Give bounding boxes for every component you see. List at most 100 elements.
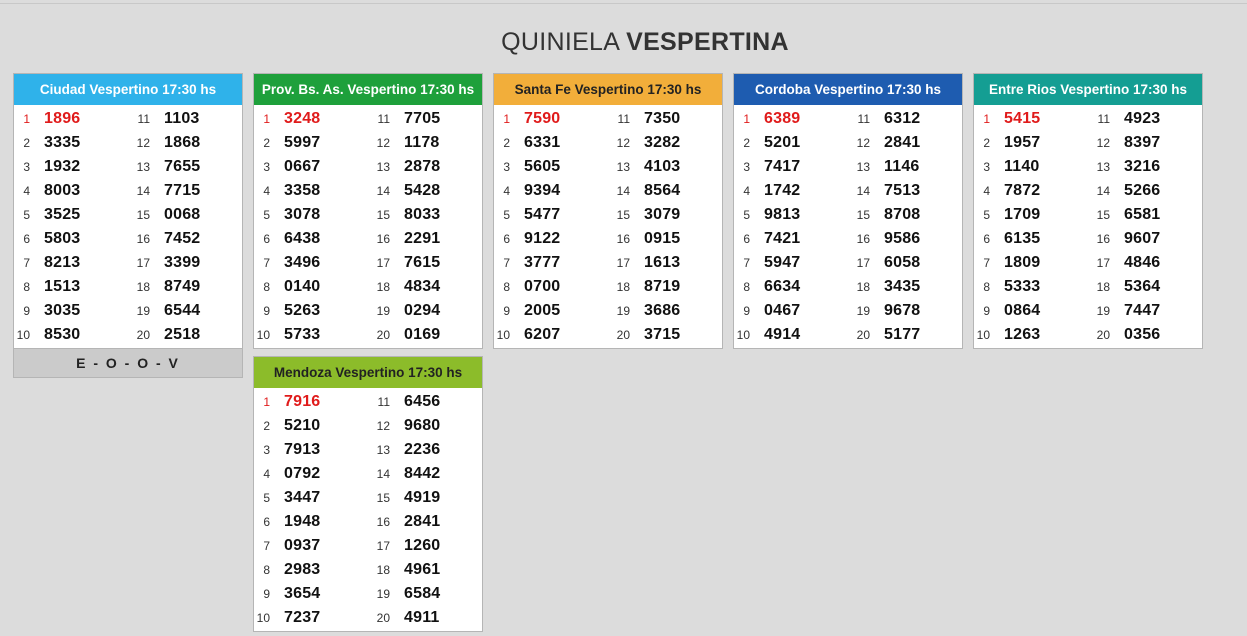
prize-row-first: 1 5415 xyxy=(974,107,1088,131)
drawn-number: 7417 xyxy=(764,158,801,175)
prize-row: 11 7350 xyxy=(608,107,722,131)
prize-row: 9 0467 xyxy=(734,299,848,323)
column-1-10: 1 7916 2 5210 3 7913 4 0792 5 3447 6 1948 7 0937 8 2983… xyxy=(254,390,368,630)
prize-row: 2 5201 xyxy=(734,131,848,155)
drawn-number: 3248 xyxy=(284,110,321,127)
position-label: 19 xyxy=(1096,304,1110,318)
prize-row: 7 3496 xyxy=(254,251,368,275)
position-label: 5 xyxy=(983,208,990,222)
prize-row: 14 7513 xyxy=(848,179,962,203)
position-label: 16 xyxy=(376,232,390,246)
position-label: 16 xyxy=(1096,232,1110,246)
prize-row: 13 1146 xyxy=(848,155,962,179)
position-label: 18 xyxy=(136,280,150,294)
position-label: 9 xyxy=(743,304,750,318)
prize-row: 2 5210 xyxy=(254,414,368,438)
position-label: 1 xyxy=(983,112,990,126)
position-label: 13 xyxy=(376,160,390,174)
drawn-number: 1896 xyxy=(44,110,81,127)
position-label: 14 xyxy=(856,184,870,198)
position-label: 18 xyxy=(616,280,630,294)
position-label: 8 xyxy=(23,280,30,294)
drawn-number: 5415 xyxy=(1004,110,1041,127)
drawn-number: 6207 xyxy=(524,326,561,343)
prize-row: 6 1948 xyxy=(254,510,368,534)
drawn-number: 8213 xyxy=(44,254,81,271)
position-label: 20 xyxy=(376,611,390,625)
prize-row: 11 1103 xyxy=(128,107,242,131)
drawn-number: 4834 xyxy=(404,278,441,295)
board-numbers: 1 1896 2 3335 3 1932 4 8003 5 3525 6 5803 7 8213 8 1513… xyxy=(14,105,242,348)
prize-row: 13 2236 xyxy=(368,438,482,462)
board-numbers: 1 7916 2 5210 3 7913 4 0792 5 3447 6 1948 7 0937 8 2983… xyxy=(254,388,482,631)
prize-row: 10 5733 xyxy=(254,323,368,347)
drawn-number: 0937 xyxy=(284,537,321,554)
drawn-number: 5333 xyxy=(1004,278,1041,295)
board-ciudad: Ciudad Vespertino 17:30 hs 1 1896 2 3335 3 193… xyxy=(13,73,243,378)
prize-row: 12 9680 xyxy=(368,414,482,438)
drawn-number: 3399 xyxy=(164,254,201,271)
prize-row: 3 5605 xyxy=(494,155,608,179)
drawn-number: 5266 xyxy=(1124,182,1161,199)
drawn-number: 9678 xyxy=(884,302,921,319)
position-label: 17 xyxy=(856,256,870,270)
board-title: Ciudad Vespertino 17:30 hs xyxy=(14,74,242,105)
prize-row: 14 5266 xyxy=(1088,179,1202,203)
drawn-number: 9680 xyxy=(404,417,441,434)
drawn-number: 2983 xyxy=(284,561,321,578)
prize-row: 8 1513 xyxy=(14,275,128,299)
column-1-10: 1 7590 2 6331 3 5605 4 9394 5 5477 6 9122 7 3777 8 0700… xyxy=(494,107,608,347)
position-label: 7 xyxy=(983,256,990,270)
position-label: 4 xyxy=(263,184,270,198)
prize-row: 18 4961 xyxy=(368,558,482,582)
position-label: 9 xyxy=(503,304,510,318)
prize-row: 2 6331 xyxy=(494,131,608,155)
prize-row: 3 0667 xyxy=(254,155,368,179)
prize-row: 12 1868 xyxy=(128,131,242,155)
board-title: Mendoza Vespertino 17:30 hs xyxy=(254,357,482,388)
drawn-number: 5803 xyxy=(44,230,81,247)
drawn-number: 3435 xyxy=(884,278,921,295)
drawn-number: 8397 xyxy=(1124,134,1161,151)
page-title-bold: VESPERTINA xyxy=(626,28,789,56)
position-label: 20 xyxy=(376,328,390,342)
column-11-20: 11 7350 12 3282 13 4103 14 8564 15 3079 16 0915 17 16… xyxy=(608,107,722,347)
position-label: 1 xyxy=(503,112,510,126)
position-label: 12 xyxy=(856,136,870,150)
drawn-number: 3686 xyxy=(644,302,681,319)
position-label: 17 xyxy=(376,539,390,553)
prize-row: 4 8003 xyxy=(14,179,128,203)
drawn-number: 8719 xyxy=(644,278,681,295)
drawn-number: 3282 xyxy=(644,134,681,151)
position-label: 19 xyxy=(376,304,390,318)
prize-row: 19 7447 xyxy=(1088,299,1202,323)
prize-row-first: 1 3248 xyxy=(254,107,368,131)
drawn-number: 0068 xyxy=(164,206,201,223)
position-label: 3 xyxy=(743,160,750,174)
drawn-number: 5364 xyxy=(1124,278,1161,295)
drawn-number: 5947 xyxy=(764,254,801,271)
position-label: 4 xyxy=(503,184,510,198)
drawn-number: 1957 xyxy=(1004,134,1041,151)
position-label: 13 xyxy=(616,160,630,174)
prize-row: 20 3715 xyxy=(608,323,722,347)
position-label: 12 xyxy=(136,136,150,150)
position-label: 15 xyxy=(376,208,390,222)
prize-row: 13 4103 xyxy=(608,155,722,179)
position-label: 14 xyxy=(1096,184,1110,198)
prize-row: 10 1263 xyxy=(974,323,1088,347)
drawn-number: 6544 xyxy=(164,302,201,319)
drawn-number: 3335 xyxy=(44,134,81,151)
prize-row: 17 3399 xyxy=(128,251,242,275)
board-mendoza: Mendoza Vespertino 17:30 hs 1 7916 2 5210 3 79… xyxy=(253,356,483,632)
drawn-number: 0792 xyxy=(284,465,321,482)
prize-row: 3 7417 xyxy=(734,155,848,179)
prize-row: 5 1709 xyxy=(974,203,1088,227)
prize-row: 18 5364 xyxy=(1088,275,1202,299)
prize-row: 5 3447 xyxy=(254,486,368,510)
position-label: 1 xyxy=(263,112,270,126)
drawn-number: 2005 xyxy=(524,302,561,319)
prize-row: 19 0294 xyxy=(368,299,482,323)
drawn-number: 4919 xyxy=(404,489,441,506)
prize-row: 7 1809 xyxy=(974,251,1088,275)
